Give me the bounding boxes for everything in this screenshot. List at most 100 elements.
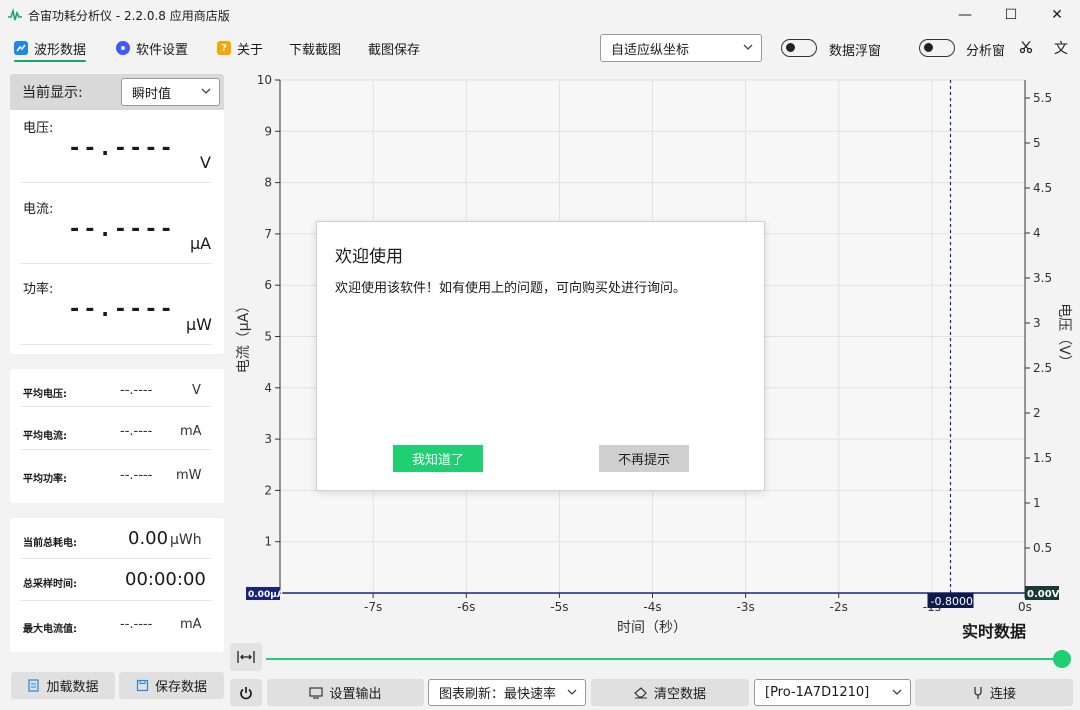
analysis-window-toggle[interactable] xyxy=(919,39,955,57)
tab-about[interactable]: ? 关于 xyxy=(217,30,263,66)
tab-about-label: 关于 xyxy=(237,42,264,58)
y2-tick-label: 5.5 xyxy=(1033,91,1052,105)
realtime-label: 实时数据 xyxy=(962,622,1027,641)
clear-data-button[interactable]: 清空数据 xyxy=(591,679,749,706)
plug-icon xyxy=(974,686,982,699)
save-icon xyxy=(136,679,149,692)
analysis-window-label: 分析窗 xyxy=(966,44,1006,59)
app-logo-icon xyxy=(8,8,22,21)
y2-tick-label: 3.5 xyxy=(1033,271,1052,285)
divider xyxy=(20,406,212,407)
expand-horizontal-icon xyxy=(237,651,255,663)
y-tick-label: 5 xyxy=(264,330,272,344)
tab-settings-label: 软件设置 xyxy=(136,42,189,58)
y2-tick-label: 4 xyxy=(1033,226,1041,240)
minimize-button[interactable]: — xyxy=(942,0,988,30)
voltage-value: --.---- xyxy=(68,136,175,161)
y-tick-label: 7 xyxy=(264,227,272,241)
divider xyxy=(20,263,212,264)
total-time-value: 00:00:00 xyxy=(125,569,206,590)
scissors-icon[interactable] xyxy=(1019,40,1033,54)
max-current-unit: mA xyxy=(180,617,202,632)
window-controls: — ☐ ✕ xyxy=(942,0,1080,30)
dialog-dont-show-button[interactable]: 不再提示 xyxy=(599,445,689,472)
avg-voltage-label: 平均电压: xyxy=(23,389,67,400)
y-axis-label: 电流（μA） xyxy=(236,299,252,373)
voltage-unit: V xyxy=(200,153,211,172)
x-tick-label: -6s xyxy=(457,600,475,614)
monitor-icon xyxy=(309,686,324,699)
x-tick-label: -4s xyxy=(643,600,661,614)
y-tick-label: 6 xyxy=(264,278,272,292)
connect-button[interactable]: 连接 xyxy=(915,679,1073,706)
dialog-title: 欢迎使用 xyxy=(335,247,403,267)
maximize-button[interactable]: ☐ xyxy=(988,0,1034,30)
chevron-down-icon xyxy=(743,44,753,50)
save-capture-button[interactable]: 截图保存 xyxy=(368,30,420,66)
load-data-button[interactable]: 加载数据 xyxy=(11,672,115,699)
tab-settings[interactable]: 软件设置 xyxy=(116,30,188,66)
window-title: 合宙功耗分析仪 - 2.2.0.8 应用商店版 xyxy=(28,8,230,23)
y-tick-label: 2 xyxy=(264,483,272,497)
download-capture-button[interactable]: 下载截图 xyxy=(289,30,341,66)
tab-waveform-label: 波形数据 xyxy=(34,42,87,58)
current-unit: μA xyxy=(190,234,212,253)
time-range-slider[interactable] xyxy=(266,658,1062,660)
refresh-rate-select[interactable]: 图表刷新：最快速率 xyxy=(428,679,586,706)
y2-tick-label: 3 xyxy=(1033,316,1041,330)
chevron-down-icon xyxy=(892,689,902,695)
avg-voltage-value: --.---- xyxy=(120,383,153,398)
fit-range-button[interactable] xyxy=(230,643,262,671)
avg-power-unit: mW xyxy=(176,468,202,483)
tab-waveform[interactable]: 波形数据 xyxy=(14,30,87,66)
x-axis-label: 时间（秒） xyxy=(617,620,687,636)
y2-tick-label: 2.5 xyxy=(1033,361,1052,375)
max-current-value: --.---- xyxy=(120,617,153,632)
y2-tick-label: 4.5 xyxy=(1033,181,1052,195)
dialog-ok-button[interactable]: 我知道了 xyxy=(393,445,483,472)
max-current-label: 最大电流值: xyxy=(23,624,77,635)
save-data-button[interactable]: 保存数据 xyxy=(119,672,224,699)
gear-icon xyxy=(116,41,130,55)
time-range-slider-handle[interactable] xyxy=(1053,650,1071,668)
total-time-label: 总采样时间: xyxy=(23,579,77,590)
set-output-label: 设置输出 xyxy=(329,687,382,702)
avg-current-value: --.---- xyxy=(120,424,153,439)
avg-current-label: 平均电流: xyxy=(23,431,67,442)
data-float-toggle[interactable] xyxy=(781,39,817,57)
power-icon xyxy=(240,686,252,699)
display-mode-select[interactable]: 瞬时值 xyxy=(121,78,220,106)
chevron-down-icon xyxy=(567,689,577,695)
save-data-label: 保存数据 xyxy=(154,680,207,695)
question-icon: ? xyxy=(217,41,231,55)
y2-tick-label: 1 xyxy=(1033,496,1041,510)
x-tick-label: -7s xyxy=(364,600,382,614)
total-energy-unit: μWh xyxy=(170,532,202,548)
refresh-rate-value: 图表刷新：最快速率 xyxy=(439,687,557,702)
power-button[interactable] xyxy=(230,679,262,706)
avg-current-unit: mA xyxy=(180,424,202,439)
avg-power-label: 平均功率: xyxy=(23,474,67,485)
current-display-label: 当前显示: xyxy=(22,85,83,101)
close-button[interactable]: ✕ xyxy=(1034,0,1080,30)
device-select[interactable]: [Pro-1A7D1210] xyxy=(754,679,911,706)
avg-voltage-unit: V xyxy=(192,383,201,398)
welcome-dialog: 欢迎使用 欢迎使用该软件！如有使用上的问题，可向购买处进行询问。 我知道了 不再… xyxy=(316,221,765,491)
set-output-button[interactable]: 设置输出 xyxy=(267,679,424,706)
divider xyxy=(20,344,212,345)
power-value: --.---- xyxy=(68,297,175,322)
dialog-message: 欢迎使用该软件！如有使用上的问题，可向购买处进行询问。 xyxy=(335,281,687,296)
divider xyxy=(20,558,212,559)
x-tick-label: -2s xyxy=(830,600,848,614)
save-capture-label: 截图保存 xyxy=(368,42,421,58)
avg-power-value: --.---- xyxy=(120,468,153,483)
y2-axis-label: 电压（V） xyxy=(1056,303,1072,369)
current-value: --.---- xyxy=(68,217,175,242)
total-energy-value: 0.00 xyxy=(128,528,169,549)
axis-mode-select[interactable]: 自适应纵坐标 xyxy=(600,34,762,62)
toolbar: 波形数据 软件设置 ? 关于 下载截图 截图保存 自适应纵坐标 数据浮窗 分析窗… xyxy=(0,30,1080,66)
load-data-label: 加载数据 xyxy=(46,680,99,695)
power-label: 功率: xyxy=(23,282,54,297)
language-icon[interactable]: 文 xyxy=(1054,38,1068,58)
power-unit: μW xyxy=(186,315,212,334)
